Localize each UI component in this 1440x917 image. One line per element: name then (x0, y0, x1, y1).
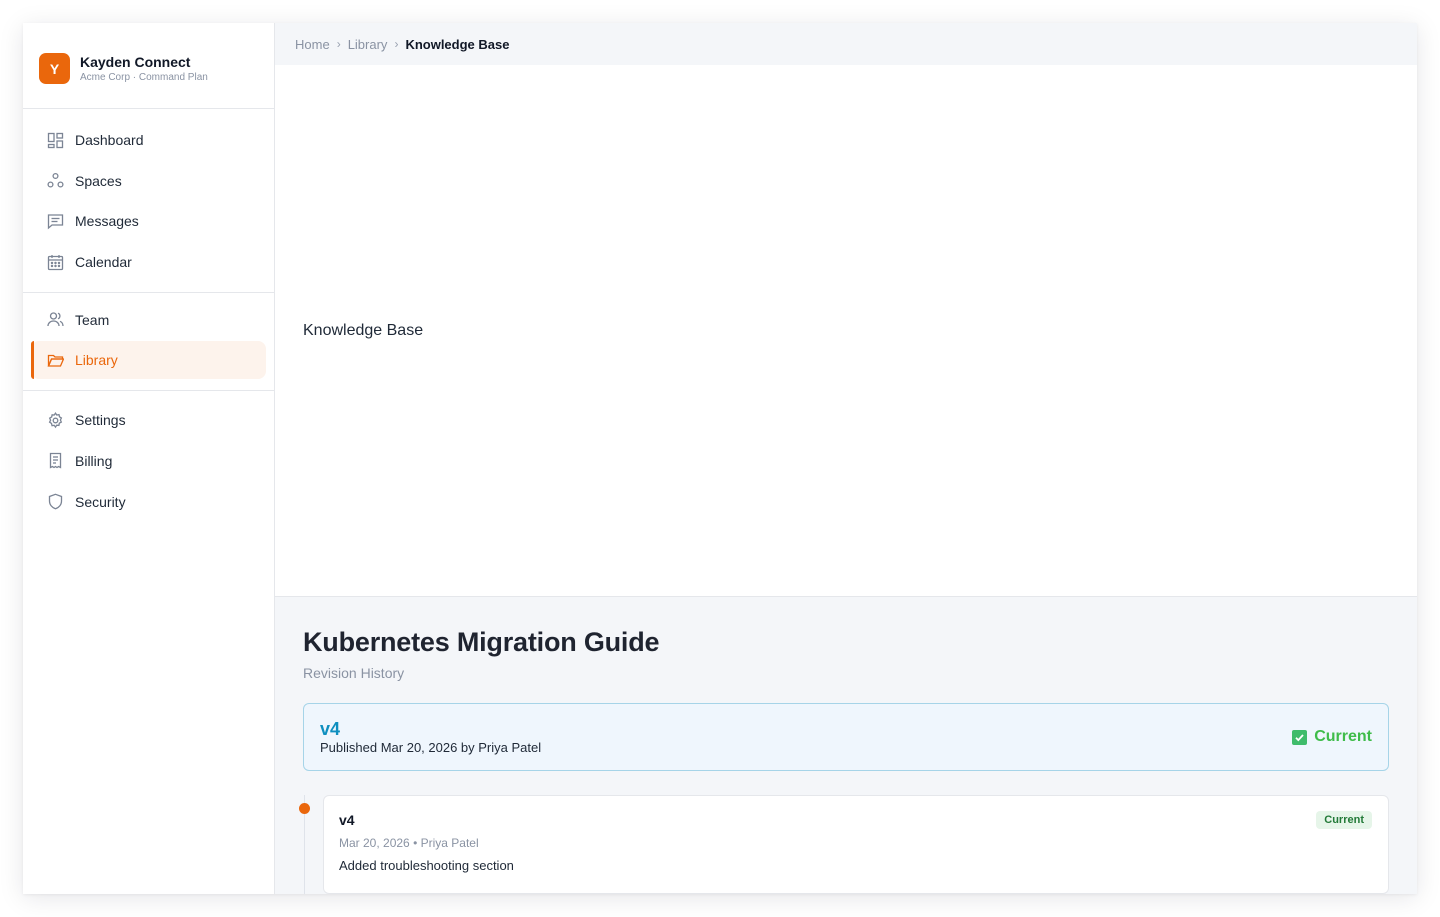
brand-header[interactable]: Y Kayden Connect Acme Corp · Command Pla… (23, 23, 274, 109)
sidebar-item-label: Calendar (75, 254, 132, 271)
sidebar-item-label: Team (75, 311, 110, 328)
brand-subtitle: Acme Corp · Command Plan (80, 71, 208, 83)
current-status-label: Current (1314, 728, 1372, 745)
sidebar-item-label: Messages (75, 213, 139, 230)
page-subtitle: Revision History (303, 665, 405, 681)
breadcrumb-library[interactable]: Library (348, 37, 388, 52)
revision-card[interactable]: v4 Mar 20, 2026 • Priya Patel Added trou… (323, 795, 1389, 894)
sidebar-item-calendar[interactable]: Calendar (31, 243, 266, 281)
status-badge: Current (1316, 811, 1372, 829)
current-status: Current (1292, 728, 1372, 746)
sidebar-item-settings[interactable]: Settings (31, 401, 266, 439)
revision-timeline: v4 Mar 20, 2026 • Priya Patel Added trou… (299, 795, 1389, 894)
breadcrumb-home[interactable]: Home (295, 37, 330, 52)
sidebar-item-messages[interactable]: Messages (31, 202, 266, 240)
messages-icon (47, 213, 64, 230)
current-revision-card[interactable]: v4 Published Mar 20, 2026 by Priya Patel… (303, 703, 1389, 771)
sidebar: Y Kayden Connect Acme Corp · Command Pla… (23, 23, 275, 894)
sidebar-item-library[interactable]: Library (31, 341, 266, 380)
sidebar-item-spaces[interactable]: Spaces (31, 162, 266, 200)
check-icon (1292, 729, 1308, 745)
nav-group-main: Dashboard Spaces Messages Calendar (23, 109, 274, 293)
gear-icon (47, 411, 64, 429)
revision-date: Mar 20, 2026 (339, 836, 410, 850)
revision-author: Priya Patel (420, 836, 479, 850)
app-window: Y Kayden Connect Acme Corp · Command Pla… (23, 23, 1417, 894)
hero-banner: Knowledge Base (275, 65, 1417, 597)
sidebar-item-label: Security (75, 493, 126, 510)
shield-icon (47, 493, 64, 510)
sidebar-item-label: Spaces (75, 172, 122, 189)
sidebar-item-billing[interactable]: Billing (31, 442, 266, 480)
sidebar-item-label: Billing (75, 452, 113, 469)
revision-version: v4 (339, 812, 355, 828)
sidebar-item-security[interactable]: Security (31, 483, 266, 521)
folder-icon (47, 352, 64, 369)
team-icon (47, 311, 64, 328)
current-version: v4 (320, 719, 341, 739)
revision-note: Added troubleshooting section (339, 858, 514, 873)
hero-text: Knowledge Base (303, 321, 424, 339)
brand-logo: Y (39, 53, 70, 84)
receipt-icon (47, 452, 64, 469)
breadcrumb: Home › Library › Knowledge Base (275, 23, 1417, 66)
breadcrumb-current: Knowledge Base (405, 36, 510, 52)
nav-group-account: Settings Billing Security (23, 391, 274, 529)
page-title: Kubernetes Migration Guide (303, 627, 660, 657)
sidebar-item-label: Library (75, 352, 118, 369)
calendar-icon (47, 254, 64, 271)
chevron-right-icon: › (336, 37, 341, 52)
chevron-right-icon: › (394, 37, 399, 52)
timeline-dot (299, 803, 310, 814)
sidebar-item-label: Settings (75, 412, 126, 429)
dashboard-icon (47, 132, 64, 149)
sidebar-item-dashboard[interactable]: Dashboard (31, 121, 266, 159)
nav-group-workspace: Team Library (23, 293, 274, 392)
main-area: Home › Library › Knowledge Base Knowledg… (275, 23, 1417, 894)
revision-meta: Mar 20, 2026 • Priya Patel (339, 836, 1372, 850)
current-version-meta: Published Mar 20, 2026 by Priya Patel (320, 740, 542, 755)
bullet-separator: • (413, 836, 421, 850)
sidebar-item-label: Dashboard (75, 132, 144, 148)
brand-name: Kayden Connect (80, 53, 191, 70)
spaces-icon (47, 172, 64, 189)
sidebar-item-team[interactable]: Team (31, 301, 266, 339)
revision-history-section: Kubernetes Migration Guide Revision Hist… (275, 597, 1417, 894)
